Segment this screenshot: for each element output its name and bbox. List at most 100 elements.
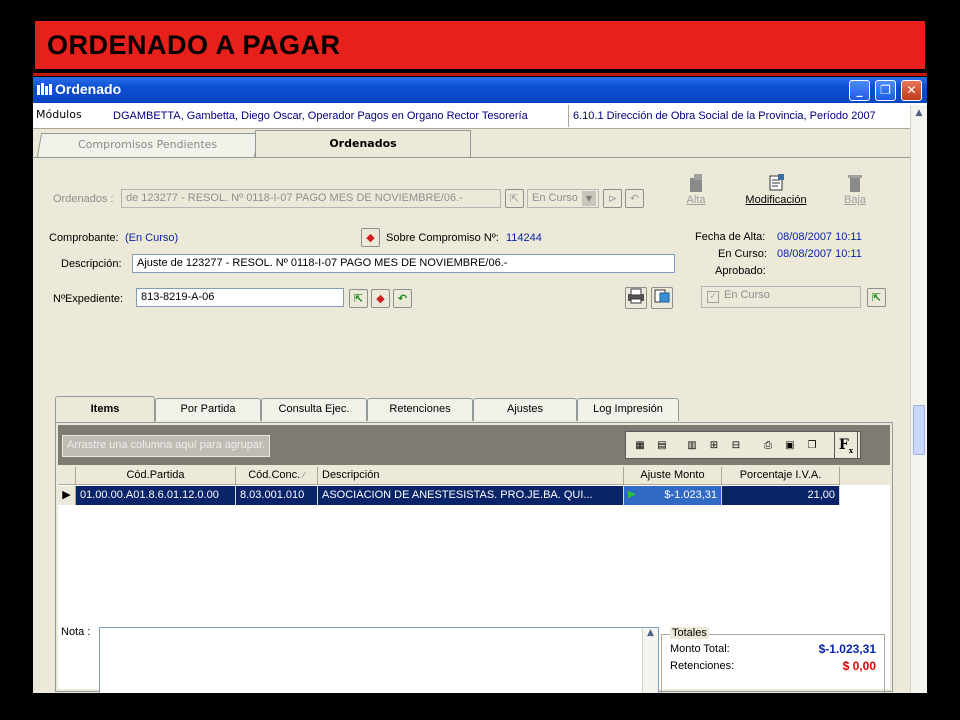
cell-ajuste-monto-value: $-1.023,31 bbox=[664, 489, 717, 501]
app-icon bbox=[37, 83, 53, 96]
comprobante-value: (En Curso) bbox=[125, 232, 179, 244]
tab-log-impresion[interactable]: Log Impresión bbox=[577, 398, 679, 421]
scroll-thumb[interactable] bbox=[913, 405, 925, 455]
new-document-icon bbox=[688, 174, 704, 192]
totales-group: Totales Monto Total: $-1.023,31 Retencio… bbox=[661, 627, 885, 693]
col-ajuste-monto[interactable]: Ajuste Monto bbox=[624, 467, 722, 485]
cell-descripcion[interactable]: ASOCIACION DE ANESTESISTAS. PRO.JE.BA. Q… bbox=[318, 486, 624, 505]
expediente-move-button[interactable]: ◆ bbox=[371, 289, 390, 308]
tab-ordenados[interactable]: Ordenados bbox=[255, 130, 471, 158]
alta-button[interactable]: Alta bbox=[683, 174, 709, 206]
ordenados-select[interactable]: de 123277 - RESOL. Nº 0118-I-07 PAGO MES… bbox=[121, 189, 501, 208]
cell-porcentaje-iva[interactable]: 21,00 bbox=[722, 486, 840, 505]
modules-label: Módulos bbox=[36, 108, 82, 121]
col-porcentaje-iva[interactable]: Porcentaje I.V.A. bbox=[722, 467, 840, 485]
expediente-label: NºExpediente: bbox=[53, 293, 124, 305]
grid-expand-icon[interactable]: ⊞ bbox=[704, 436, 724, 456]
cell-ajuste-monto[interactable]: ▶ $-1.023,31 bbox=[624, 486, 722, 505]
modules-separator bbox=[568, 105, 569, 127]
sobre-compromiso-value: 114244 bbox=[506, 232, 542, 244]
tab-ajustes[interactable]: Ajustes bbox=[473, 398, 577, 421]
grid-columns-icon[interactable]: ▥ bbox=[682, 436, 702, 456]
tab-retenciones[interactable]: Retenciones bbox=[367, 398, 473, 421]
baja-button[interactable]: Baja bbox=[841, 174, 869, 206]
slide-title: ORDENADO A PAGAR bbox=[47, 30, 341, 60]
tab-por-partida[interactable]: Por Partida bbox=[155, 398, 261, 421]
ordenados-panel: Ordenados : de 123277 - RESOL. Nº 0118-I… bbox=[33, 157, 910, 693]
modificacion-label: Modificación bbox=[745, 194, 807, 206]
alta-label: Alta bbox=[686, 194, 706, 206]
sort-ascending-icon: ∕ bbox=[303, 470, 305, 480]
grid-preview-icon[interactable]: ▣ bbox=[780, 436, 800, 456]
retenciones-label: Retenciones: bbox=[670, 660, 735, 672]
grid-copy-icon[interactable]: ▤ bbox=[652, 436, 672, 456]
organization-period: 6.10.1 Dirección de Obra Social de la Pr… bbox=[573, 110, 876, 122]
window-scrollbar[interactable]: ▲ bbox=[910, 105, 927, 693]
print-preview-icon bbox=[654, 289, 670, 303]
en-curso-label: En Curso: bbox=[718, 248, 767, 260]
descripcion-input[interactable]: Ajuste de 123277 - RESOL. Nº 0118-I-07 P… bbox=[132, 254, 675, 273]
nota-scrollbar[interactable]: ▲ bbox=[642, 628, 658, 693]
aprobado-label: Aprobado: bbox=[715, 265, 766, 277]
minimize-button[interactable]: _ bbox=[849, 80, 870, 101]
grid-print-icon[interactable]: ⎙ bbox=[758, 436, 778, 456]
filter-button[interactable]: ⊳ bbox=[603, 189, 622, 208]
scroll-up-icon[interactable]: ▲ bbox=[911, 105, 927, 121]
cell-cod-conc[interactable]: 8.03.001.010 bbox=[236, 486, 318, 505]
group-by-bar[interactable]: Arrastre una columna aquí para agrupar. … bbox=[58, 425, 890, 465]
sobre-compromiso-button[interactable]: ◆ bbox=[361, 228, 380, 247]
undo-button[interactable]: ↶ bbox=[625, 189, 644, 208]
expediente-undo-button[interactable]: ↶ bbox=[393, 289, 412, 308]
sobre-compromiso-label: Sobre Compromiso Nº: bbox=[386, 232, 499, 244]
main-tabs: Compromisos Pendientes Ordenados bbox=[33, 129, 910, 158]
comprobante-label: Comprobante: bbox=[49, 232, 119, 244]
print-button[interactable] bbox=[625, 287, 647, 309]
modules-bar: Módulos DGAMBETTA, Gambetta, Diego Oscar… bbox=[33, 103, 927, 129]
checkbox-icon[interactable]: ✓ bbox=[707, 291, 719, 303]
ordenados-refresh-button[interactable]: ⇱ bbox=[505, 189, 524, 208]
slide-title-banner: ORDENADO A PAGAR bbox=[33, 19, 927, 71]
tab-consulta-ejec[interactable]: Consulta Ejec. bbox=[261, 398, 367, 421]
baja-label: Baja bbox=[843, 194, 867, 206]
descripcion-label: Descripción: bbox=[61, 258, 122, 270]
col-descripcion[interactable]: Descripción bbox=[318, 467, 624, 485]
expediente-input[interactable]: 813-8219-A-06 bbox=[136, 288, 344, 307]
cell-cod-partida[interactable]: 01.00.00.A01.8.6.01.12.0.00 bbox=[76, 486, 236, 505]
nota-scroll-up-icon[interactable]: ▲ bbox=[647, 628, 654, 638]
nota-label: Nota : bbox=[61, 626, 91, 638]
table-row[interactable]: ▶ 01.00.00.A01.8.6.01.12.0.00 8.03.001.0… bbox=[58, 486, 890, 505]
printer-icon bbox=[628, 288, 644, 304]
slide-divider bbox=[33, 73, 927, 76]
monto-total-label: Monto Total: bbox=[670, 643, 730, 655]
en-curso-value: 08/08/2007 10:11 bbox=[777, 248, 862, 260]
grid-toolbar: ▦ ▤ ▥ ⊞ ⊟ ⎙ ▣ ❐ bbox=[625, 431, 861, 459]
expediente-select-button[interactable]: ⇱ bbox=[349, 289, 368, 308]
grid-filter-button[interactable]: Fx bbox=[834, 431, 858, 459]
grid-export-icon[interactable]: ▦ bbox=[630, 436, 650, 456]
grid-header-indicator bbox=[58, 467, 76, 485]
col-cod-partida[interactable]: Cód.Partida bbox=[76, 467, 236, 485]
en-curso-check-label: En Curso bbox=[724, 289, 770, 301]
nota-textarea[interactable]: ▲ bbox=[99, 627, 659, 693]
close-button[interactable]: ✕ bbox=[901, 80, 922, 101]
col-cod-conc[interactable]: Cód.Conc. ∕ bbox=[236, 467, 318, 485]
fecha-alta-value: 08/08/2007 10:11 bbox=[777, 231, 862, 243]
edit-arrow-icon: ▶ bbox=[628, 489, 636, 500]
chevron-down-icon[interactable]: ▼ bbox=[582, 191, 596, 206]
preview-button[interactable] bbox=[651, 287, 673, 309]
tab-compromisos-label: Compromisos Pendientes bbox=[78, 138, 218, 151]
tab-items[interactable]: Items bbox=[55, 396, 155, 422]
grid-clipboard-icon[interactable]: ❐ bbox=[802, 436, 822, 456]
grid-collapse-icon[interactable]: ⊟ bbox=[726, 436, 746, 456]
window-title: Ordenado bbox=[55, 81, 122, 97]
retenciones-value: $ 0,00 bbox=[842, 659, 876, 673]
trash-icon bbox=[847, 174, 863, 192]
tab-compromisos-pendientes[interactable]: Compromisos Pendientes bbox=[36, 133, 260, 157]
monto-total-value: $-1.023,31 bbox=[818, 642, 876, 656]
maximize-button[interactable]: ❐ bbox=[875, 80, 896, 101]
en-curso-check[interactable]: En Curso bbox=[701, 286, 861, 308]
fecha-alta-label: Fecha de Alta: bbox=[695, 231, 766, 243]
modificacion-button[interactable]: Modificación bbox=[739, 174, 813, 206]
aprobado-select-button[interactable]: ⇱ bbox=[867, 288, 886, 307]
window-titlebar[interactable]: Ordenado _ ❐ ✕ bbox=[33, 77, 927, 103]
